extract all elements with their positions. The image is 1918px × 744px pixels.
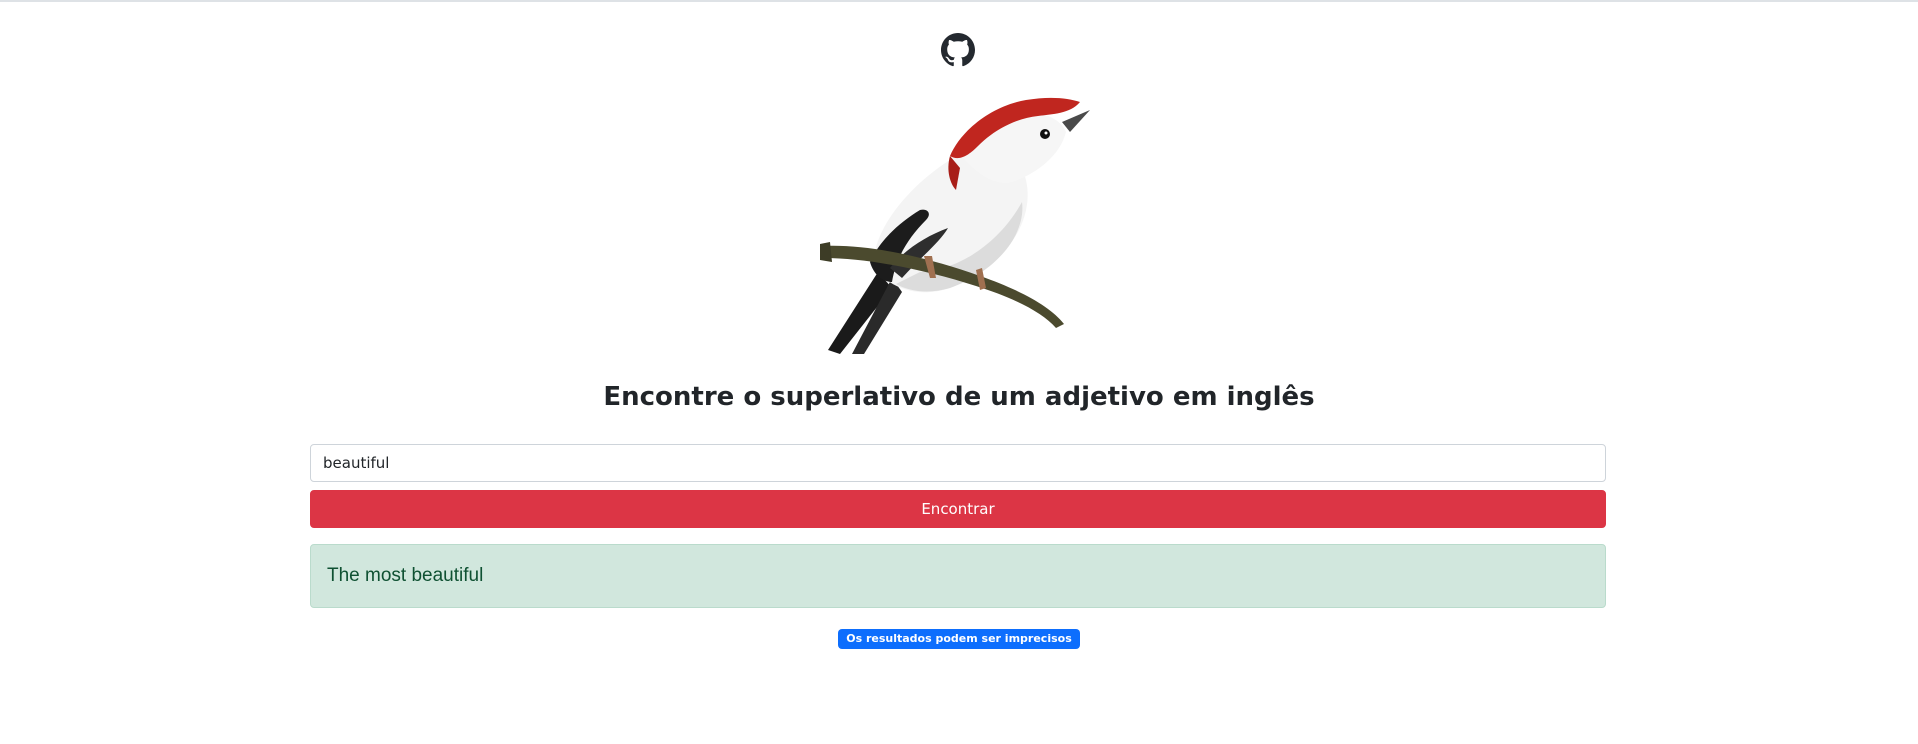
bird-illustration <box>800 92 1120 360</box>
page: Encontre o superlativo de um adjetivo em… <box>0 0 1918 744</box>
adjective-input[interactable] <box>310 444 1606 482</box>
disclaimer-row: Os resultados podem ser imprecisos <box>0 627 1918 649</box>
result-text: The most beautiful <box>327 565 484 586</box>
github-link[interactable] <box>941 33 975 67</box>
top-divider <box>0 0 1918 2</box>
github-icon <box>941 33 975 67</box>
result-alert: The most beautiful <box>310 544 1606 608</box>
page-title: Encontre o superlativo de um adjetivo em… <box>603 382 1315 412</box>
find-button[interactable]: Encontrar <box>310 490 1606 528</box>
disclaimer-badge: Os resultados podem ser imprecisos <box>838 629 1080 649</box>
